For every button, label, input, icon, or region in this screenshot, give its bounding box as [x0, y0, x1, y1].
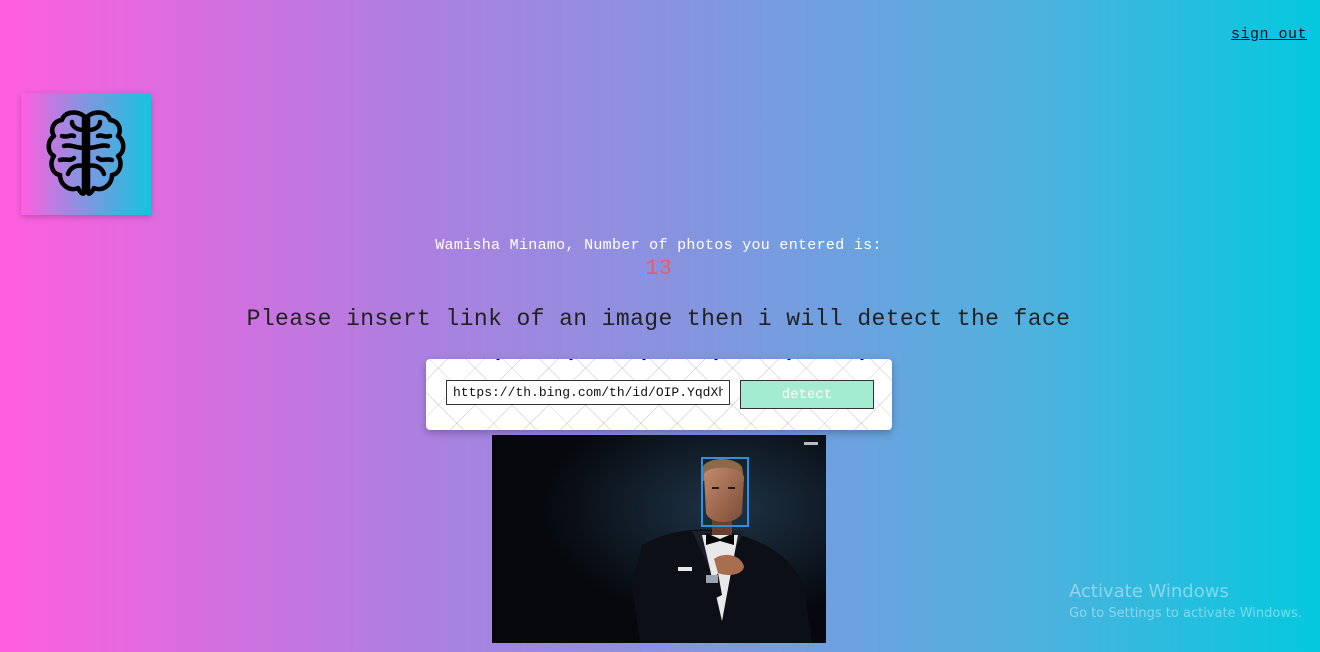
face-bounding-box — [701, 457, 749, 527]
photo-count: 13 — [645, 256, 672, 281]
result-image — [492, 435, 826, 643]
image-url-input[interactable] — [446, 380, 730, 405]
brain-icon — [46, 110, 126, 196]
image-link-form: detect — [426, 359, 892, 430]
sign-out-link[interactable]: sign out — [1231, 26, 1307, 43]
watermark-title: Activate Windows — [1069, 581, 1229, 602]
detect-button[interactable]: detect — [740, 380, 874, 409]
man-in-tuxedo-photo — [492, 435, 826, 643]
watermark-subtitle: Go to Settings to activate Windows. — [1069, 606, 1302, 621]
rank-greeting: Wamisha Minamo, Number of photos you ent… — [435, 237, 882, 254]
instruction-text: Please insert link of an image then i wi… — [246, 306, 1071, 332]
pattern-dots — [496, 359, 864, 361]
activate-windows-watermark: Activate Windows Go to Settings to activ… — [1069, 581, 1302, 623]
logo-tile — [21, 93, 151, 215]
